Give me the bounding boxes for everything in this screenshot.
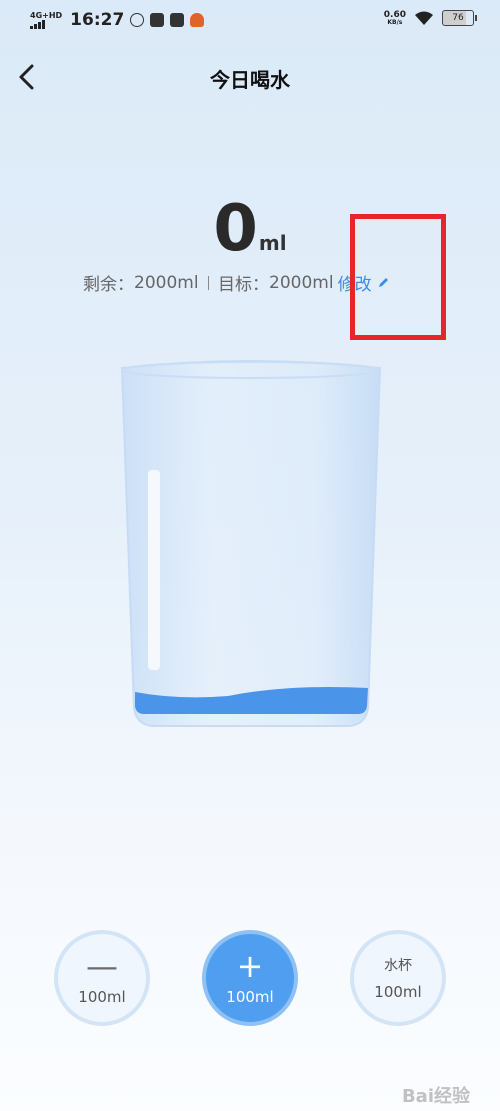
status-right: 0.60 KB/s 76 bbox=[384, 10, 477, 26]
increase-label: 100ml bbox=[226, 988, 274, 1006]
battery-icon: 76 bbox=[442, 10, 477, 26]
network-label: 4G+HD bbox=[30, 10, 63, 20]
message-icon-2 bbox=[170, 13, 185, 27]
controls: — 100ml + 100ml 水杯 100ml bbox=[0, 930, 500, 1026]
message-icon bbox=[150, 13, 165, 27]
signal-icon bbox=[30, 19, 45, 29]
status-time: 16:27 bbox=[70, 10, 125, 30]
status-left: 4G+HD 16:27 bbox=[30, 10, 205, 30]
water-glass bbox=[120, 360, 382, 727]
network-indicator: 4G+HD bbox=[30, 10, 63, 29]
header: 今日喝水 bbox=[0, 55, 500, 99]
intake-value: 0 bbox=[213, 192, 258, 266]
cup-label: 100ml bbox=[374, 983, 422, 1001]
watermark: Bai经验 bbox=[401, 1086, 470, 1107]
decrease-button[interactable]: — 100ml bbox=[54, 930, 150, 1026]
wifi-icon bbox=[415, 11, 433, 25]
highlight-box bbox=[350, 214, 446, 340]
increase-button[interactable]: + 100ml bbox=[202, 930, 298, 1026]
intake-unit: ml bbox=[258, 231, 287, 255]
status-bar: 4G+HD 16:27 0.60 KB/s 76 bbox=[0, 0, 500, 40]
target-label: 目标： bbox=[218, 275, 270, 295]
decrease-label: 100ml bbox=[78, 988, 126, 1006]
target-value: 2000ml bbox=[269, 272, 334, 293]
speed-unit: KB/s bbox=[387, 18, 403, 26]
remaining-label: 剩余： bbox=[83, 275, 134, 295]
app-notification-icon bbox=[190, 13, 205, 27]
minus-icon: — bbox=[86, 947, 118, 985]
network-speed: 0.60 KB/s bbox=[384, 10, 406, 26]
cup-title: 水杯 bbox=[384, 958, 412, 974]
cup-size-button[interactable]: 水杯 100ml bbox=[350, 930, 446, 1026]
battery-level: 76 bbox=[452, 13, 464, 23]
intake-stats: 剩余： 2000ml 目标： 2000ml 修改 bbox=[83, 270, 390, 295]
page-title: 今日喝水 bbox=[210, 68, 290, 92]
remaining-value: 2000ml bbox=[134, 272, 199, 293]
notification-icon bbox=[130, 13, 145, 27]
plus-icon: + bbox=[236, 947, 264, 985]
stats-divider bbox=[207, 275, 210, 290]
